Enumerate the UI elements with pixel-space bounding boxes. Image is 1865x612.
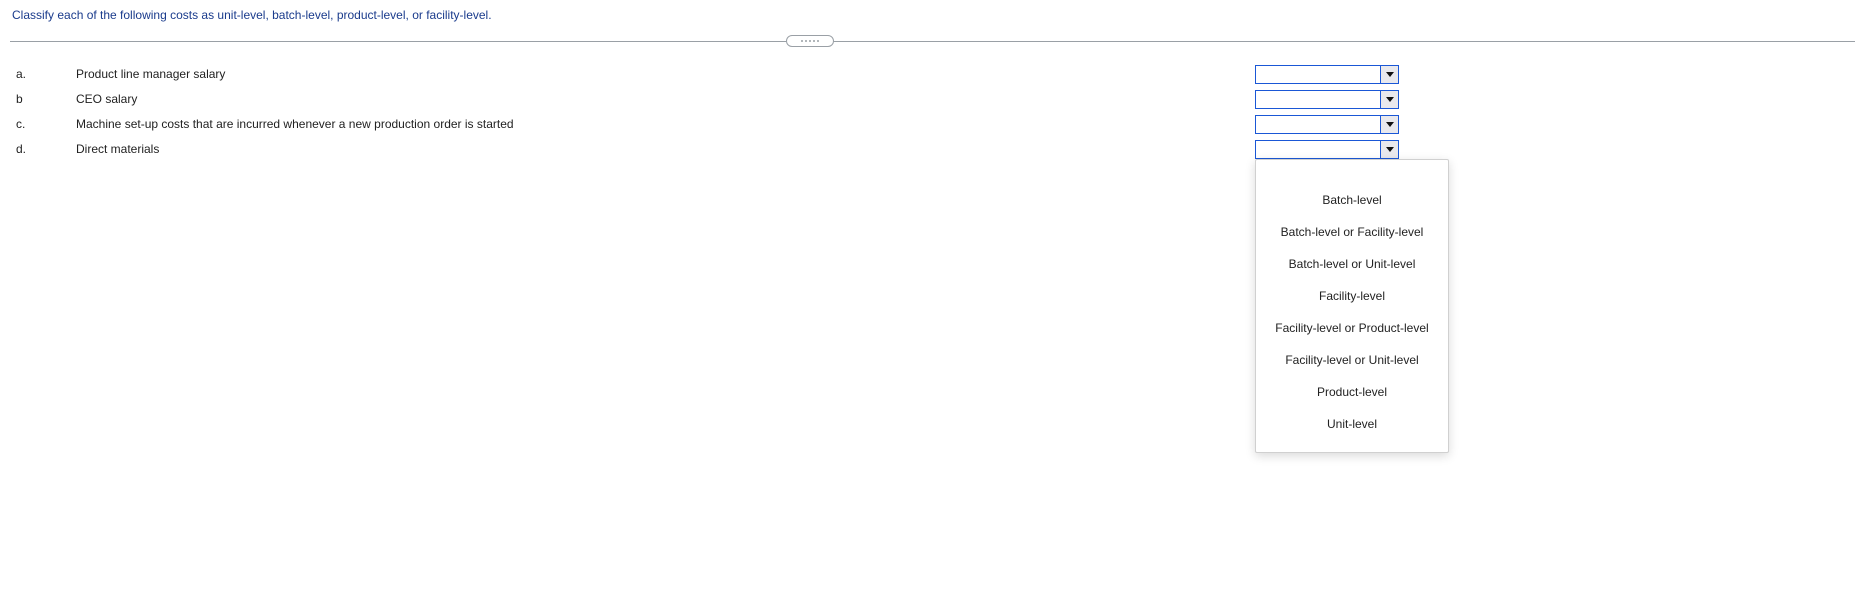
answer-select-wrap: Batch-level Batch-level or Facility-leve… (1255, 140, 1415, 159)
question-text: Machine set-up costs that are incurred w… (76, 117, 1255, 131)
dropdown-option[interactable]: Facility-level or Product-level (1256, 312, 1448, 344)
answer-select-wrap (1255, 65, 1415, 84)
answer-select[interactable] (1255, 65, 1399, 84)
answer-value (1256, 116, 1380, 133)
answer-select[interactable] (1255, 140, 1399, 159)
question-letter: a. (10, 67, 76, 81)
instruction-text: Classify each of the following costs as … (12, 8, 1855, 22)
answer-select-wrap (1255, 90, 1415, 109)
question-text: Direct materials (76, 142, 1255, 156)
question-text: CEO salary (76, 92, 1255, 106)
answer-select-wrap (1255, 115, 1415, 134)
answer-value (1256, 91, 1380, 108)
dropdown-option[interactable]: Batch-level or Unit-level (1256, 248, 1448, 280)
question-letter: b (10, 92, 76, 106)
dropdown-panel: Batch-level Batch-level or Facility-leve… (1255, 159, 1449, 453)
question-page: Classify each of the following costs as … (0, 0, 1865, 182)
question-row: d. Direct materials Batch-level Batch-le… (10, 137, 1855, 161)
chevron-down-icon (1380, 66, 1398, 83)
question-row: a. Product line manager salary (10, 62, 1855, 86)
question-letter: c. (10, 117, 76, 131)
dropdown-option[interactable]: Batch-level or Facility-level (1256, 216, 1448, 248)
answer-value (1256, 141, 1380, 158)
dropdown-option[interactable]: Unit-level (1256, 408, 1448, 440)
question-letter: d. (10, 142, 76, 156)
dropdown-option[interactable]: Facility-level (1256, 280, 1448, 312)
dropdown-option[interactable]: Product-level (1256, 376, 1448, 408)
divider-line (10, 41, 1855, 42)
answer-select[interactable] (1255, 115, 1399, 134)
dropdown-option[interactable]: Facility-level or Unit-level (1256, 344, 1448, 376)
divider-handle[interactable] (786, 35, 834, 47)
question-row: c. Machine set-up costs that are incurre… (10, 112, 1855, 136)
dropdown-option[interactable]: Batch-level (1256, 184, 1448, 216)
chevron-down-icon (1380, 116, 1398, 133)
chevron-down-icon (1380, 91, 1398, 108)
answer-value (1256, 66, 1380, 83)
question-text: Product line manager salary (76, 67, 1255, 81)
answer-select[interactable] (1255, 90, 1399, 109)
questions-container: a. Product line manager salary b CEO sal… (10, 62, 1855, 161)
chevron-down-icon (1380, 141, 1398, 158)
question-row: b CEO salary (10, 87, 1855, 111)
section-divider (10, 34, 1855, 48)
